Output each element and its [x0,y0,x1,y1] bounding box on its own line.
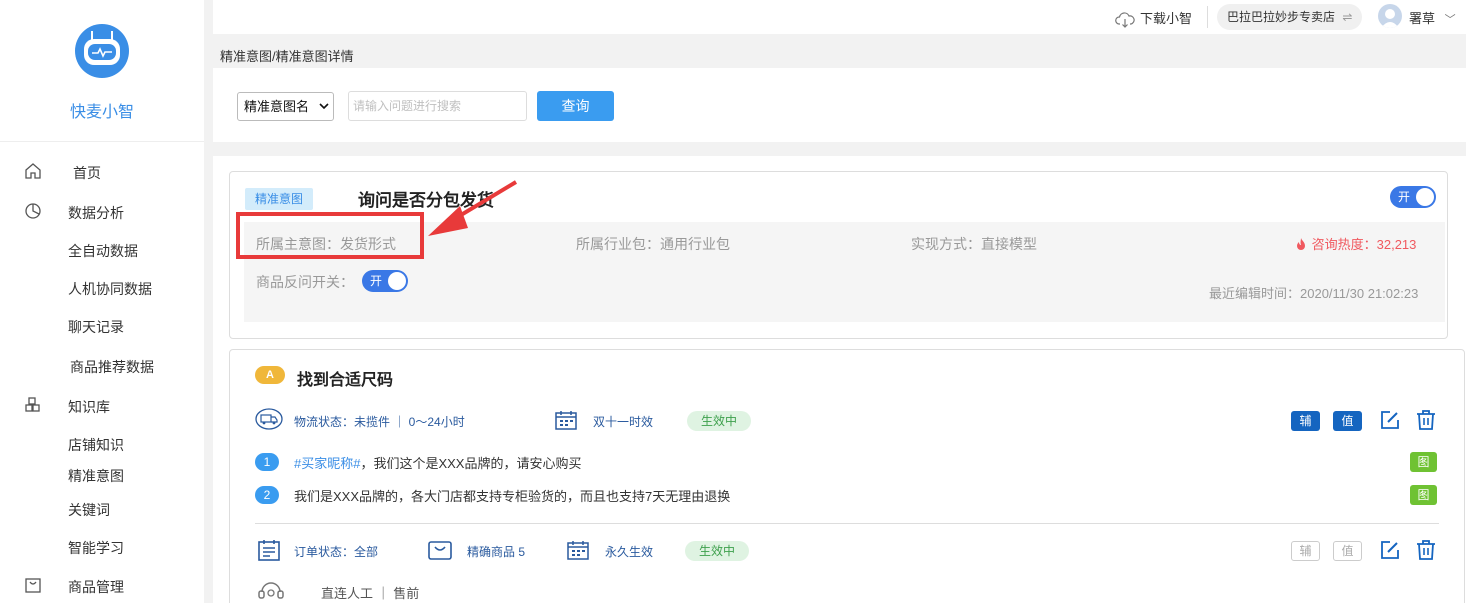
sidebar-item-knowledge[interactable]: 知识库 [0,396,204,416]
user-menu[interactable]: 署草 ﹀ [1409,8,1456,27]
value-button[interactable]: 值 [1333,411,1362,431]
bag-icon [24,576,42,594]
image-button[interactable]: 图 [1410,452,1437,472]
download-link[interactable]: 下载小智 [1115,8,1192,28]
chevron-down-icon [319,93,329,131]
sidebar-gutter [204,0,213,603]
customer-service-icon [256,579,286,603]
top-bar: 下载小智 巴拉巴拉妙步专卖店 ⇌ 署草 ﹀ [213,0,1466,34]
search-type-value: 精准意图名 [244,99,310,114]
delete-icon[interactable] [1415,409,1437,431]
intent-enable-toggle[interactable]: 开 [1390,186,1436,208]
reply-number: 2 [255,486,279,504]
truck-icon [254,407,284,434]
order-status: 订单状态：全部 [294,545,379,559]
buyer-nickname-variable: #买家昵称# [294,456,361,471]
effective-period: 永久生效 [605,545,654,559]
reply-text-body: ，我们这个是XXX品牌的，请安心购买 [360,456,582,471]
logo-icon [75,24,129,78]
heat-value: 咨询热度：32,213 [1311,237,1417,252]
app-name: 快麦小智 [69,104,134,121]
sidebar-item-label: 数据分析 [68,205,124,221]
toggle-knob [1416,188,1434,206]
intent-type-tag: 精准意图 [245,188,314,210]
sidebar-item-label: 知识库 [68,399,110,415]
sidebar-item-label: 首页 [73,165,101,181]
effective-period: 双十一时效 [593,415,654,429]
sidebar-item-home[interactable]: 首页 [0,162,204,182]
annotation-highlight-box [236,212,424,259]
search-type-select[interactable]: 精准意图名 [237,92,334,121]
industry-pack: 所属行业包：通用行业包 [576,236,730,252]
sidebar-item-collab-data[interactable]: 人机协同数据 [68,279,152,299]
sidebar-item-shop-knowledge[interactable]: 店铺知识 [68,435,124,455]
sidebar-item-products[interactable]: 商品管理 [0,576,204,596]
sidebar-item-analytics[interactable]: 数据分析 [0,202,204,222]
aux-button[interactable]: 辅 [1291,541,1320,561]
toggle-label: 开 [370,274,383,288]
value-button[interactable]: 值 [1333,541,1362,561]
product-question-toggle[interactable]: 开 [362,270,408,292]
logo-area: 快麦小智 [0,0,204,142]
sidebar-item-precise-intent[interactable]: 精准意图 [68,466,124,486]
aux-button[interactable]: 辅 [1291,411,1320,431]
user-name: 署草 [1409,11,1436,26]
reply-number: 1 [255,453,279,471]
search-input[interactable] [348,91,527,121]
home-icon [24,162,42,180]
calendar-icon [554,410,578,433]
goods-scope: 精确商品 5 [467,545,526,559]
search-button[interactable]: 查询 [537,91,614,121]
answer-badge: A [255,366,285,384]
heat-indicator: 咨询热度：32,213 [1294,234,1416,253]
download-label: 下载小智 [1140,11,1193,26]
sidebar-item-chat-log[interactable]: 聊天记录 [68,317,124,337]
implementation-method: 实现方式：直接模型 [911,236,1037,252]
sidebar-item-label: 商品管理 [68,579,124,595]
reply-text: 我们是XXX品牌的，各大门店都支持专柜验货的，而且也支持7天无理由退换 [294,489,731,504]
edit-icon[interactable] [1379,539,1401,561]
shop-switcher[interactable]: 巴拉巴拉妙步专卖店 ⇌ [1217,4,1363,30]
topbar-divider [1207,6,1208,28]
logistics-status: 物流状态：未揽件 ｜ 0～24小时 [294,415,465,429]
annotation-arrow [428,180,518,236]
breadcrumb: 精准意图/精准意图详情 [220,49,354,64]
product-toggle-label: 商品反问开关： [256,274,354,290]
answer-card: A 找到合适尺码 物流状态：未揽件 ｜ 0～24小时 双十一时效 生效中 辅 值… [229,349,1465,603]
sidebar-item-smart-learning[interactable]: 智能学习 [68,538,124,558]
chevron-down-icon: ﹀ [1444,14,1456,26]
sidebar: 快麦小智 首页 数据分析 全自动数据 人机协同数据 聊天记录 商品推荐数据 知识… [0,0,204,603]
cloud-download-icon [1115,11,1135,28]
edit-icon[interactable] [1379,409,1401,431]
reply-text: #买家昵称#，我们这个是XXX品牌的，请安心购买 [294,453,581,472]
image-button[interactable]: 图 [1410,485,1437,505]
toggle-knob [388,272,406,290]
last-edit-time: 最近编辑时间：2020/11/30 21:02:23 [1209,286,1419,301]
sidebar-item-keywords[interactable]: 关键词 [68,500,110,520]
shopping-bag-icon [427,539,453,564]
answer-title: 找到合适尺码 [297,372,394,389]
handoff-mode: 直连人工 ｜ 售前 [321,586,420,601]
toggle-label: 开 [1398,190,1411,204]
sidebar-item-recommend-data[interactable]: 商品推荐数据 [70,357,154,377]
sidebar-item-auto-data[interactable]: 全自动数据 [68,241,138,261]
order-list-icon [257,539,281,564]
rule-divider [255,523,1439,524]
pie-chart-icon [24,202,42,220]
blocks-icon [24,396,42,414]
swap-icon: ⇌ [1342,10,1353,24]
flame-icon [1294,237,1312,252]
calendar-icon [566,540,590,563]
status-badge: 生效中 [687,411,752,431]
delete-icon[interactable] [1415,539,1437,561]
avatar[interactable] [1378,4,1402,28]
status-badge: 生效中 [685,541,750,561]
search-panel: 精准意图名 查询 [213,68,1466,142]
shop-name: 巴拉巴拉妙步专卖店 [1227,10,1336,24]
